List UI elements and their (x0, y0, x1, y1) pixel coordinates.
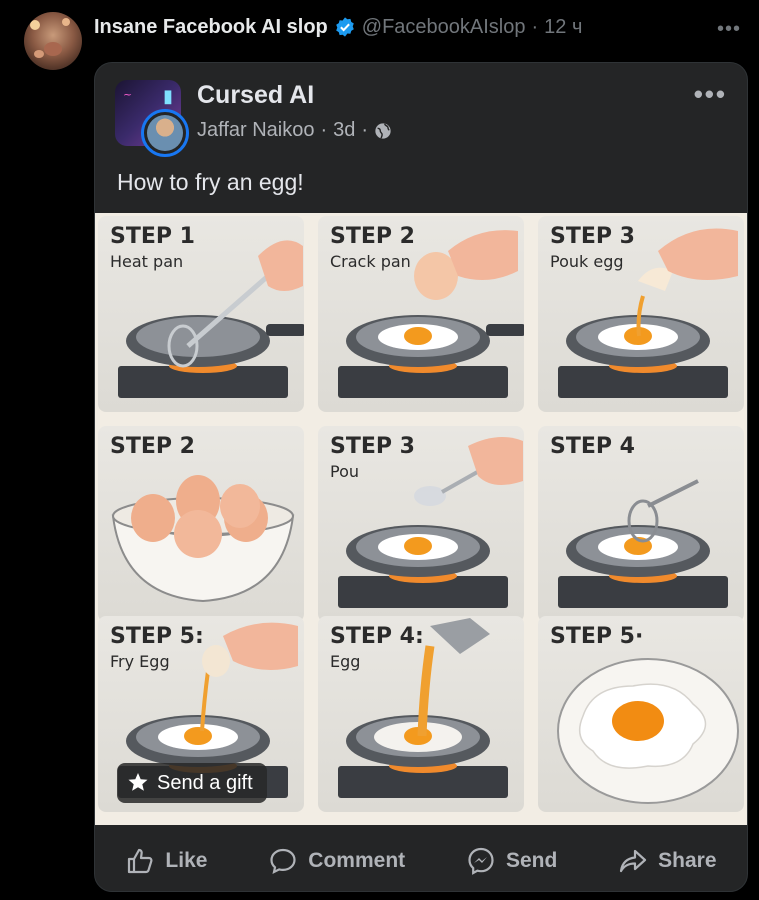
send-button[interactable]: Send (466, 846, 557, 876)
comment-button[interactable]: Comment (268, 846, 405, 876)
comment-bubble-icon (270, 848, 296, 875)
panel-step-label: STEP 3 (330, 434, 415, 459)
panel-sub-label: Egg (330, 652, 361, 671)
panel-step-label: STEP 3 (550, 224, 635, 249)
comment-label: Comment (308, 849, 406, 872)
panel-sub-label: Fry Egg (110, 652, 170, 671)
tweet-timestamp[interactable]: 12 ч (544, 16, 582, 39)
send-label: Send (505, 849, 558, 872)
step-panel: STEP 3 Pou (318, 426, 524, 622)
panel-step-label: STEP 2 (110, 434, 195, 459)
post-image[interactable]: STEP 1 Heat pan STEP 2 Crack pan STEP 3 … (95, 213, 747, 825)
globe-icon (375, 122, 391, 139)
send-gift-label: Send a gift (157, 771, 253, 794)
meta-separator: · (320, 119, 328, 141)
post-text: How to fry an egg! (117, 169, 304, 195)
panel-sub-label: Heat pan (110, 252, 184, 271)
panel-step-label: STEP 4: (330, 624, 424, 649)
panel-step-label: STEP 1 (110, 224, 195, 249)
dot-separator: · (531, 15, 539, 38)
thumbs-up-icon (128, 848, 153, 874)
panel-step-label: STEP 2 (330, 224, 415, 249)
page-avatar-neon-number-icon: ▮ (163, 86, 173, 106)
panel-sub-label: Pou (330, 462, 360, 481)
tweet-header: Insane Facebook AI slop @FacebookAIslop … (94, 12, 749, 42)
send-gift-button[interactable]: Send a gift (117, 763, 267, 803)
verified-badge-icon (335, 17, 354, 37)
step-panel: STEP 2 Crack pan (318, 216, 524, 412)
tweet-author-handle[interactable]: @FacebookAIslop (362, 16, 526, 39)
like-label: Like (165, 849, 208, 872)
step-panel: STEP 3 Pouk egg (538, 216, 744, 412)
step-panel: STEP 4: Egg (318, 616, 524, 812)
step-panel: STEP 4 (538, 426, 744, 622)
post-options-icon[interactable]: ••• (694, 79, 727, 110)
meta-separator-2: · (361, 119, 369, 141)
share-button[interactable]: Share (618, 846, 717, 876)
post-actions-bar: Like Comment Send Share (95, 833, 747, 889)
share-arrow-icon (620, 849, 647, 873)
messenger-icon (468, 847, 494, 875)
post-meta: Jaffar Naikoo · 3d · (197, 119, 392, 142)
tweet-author-name[interactable]: Insane Facebook AI slop (94, 16, 328, 39)
post-age[interactable]: 3d (333, 119, 355, 142)
poster-avatar-image (147, 115, 183, 151)
more-horizontal-icon[interactable]: ••• (717, 18, 741, 41)
step-panel: STEP 2 (98, 426, 304, 622)
poster-name[interactable]: Jaffar Naikoo (197, 119, 314, 142)
panel-step-label: STEP 5: (110, 624, 204, 649)
panel-sub-label: Pouk egg (550, 252, 624, 271)
fb-page-name[interactable]: Cursed AI (197, 81, 314, 110)
step-panel: STEP 1 Heat pan (98, 216, 304, 412)
gift-star-icon (128, 773, 148, 791)
panel-step-label: STEP 5· (550, 624, 644, 649)
panel-sub-label: Crack pan (330, 252, 411, 271)
poster-avatar[interactable] (141, 109, 189, 157)
step-panel: STEP 5· (538, 616, 744, 812)
page-avatar-neon-text-icon: ~ (123, 88, 133, 101)
share-label: Share (658, 849, 717, 872)
embedded-facebook-post[interactable]: ~ ▮ Cursed AI Jaffar Naikoo · 3d · ••• H… (94, 62, 748, 892)
tweet-author-avatar[interactable] (24, 12, 82, 70)
like-button[interactable]: Like (125, 846, 207, 876)
panel-step-label: STEP 4 (550, 434, 635, 459)
